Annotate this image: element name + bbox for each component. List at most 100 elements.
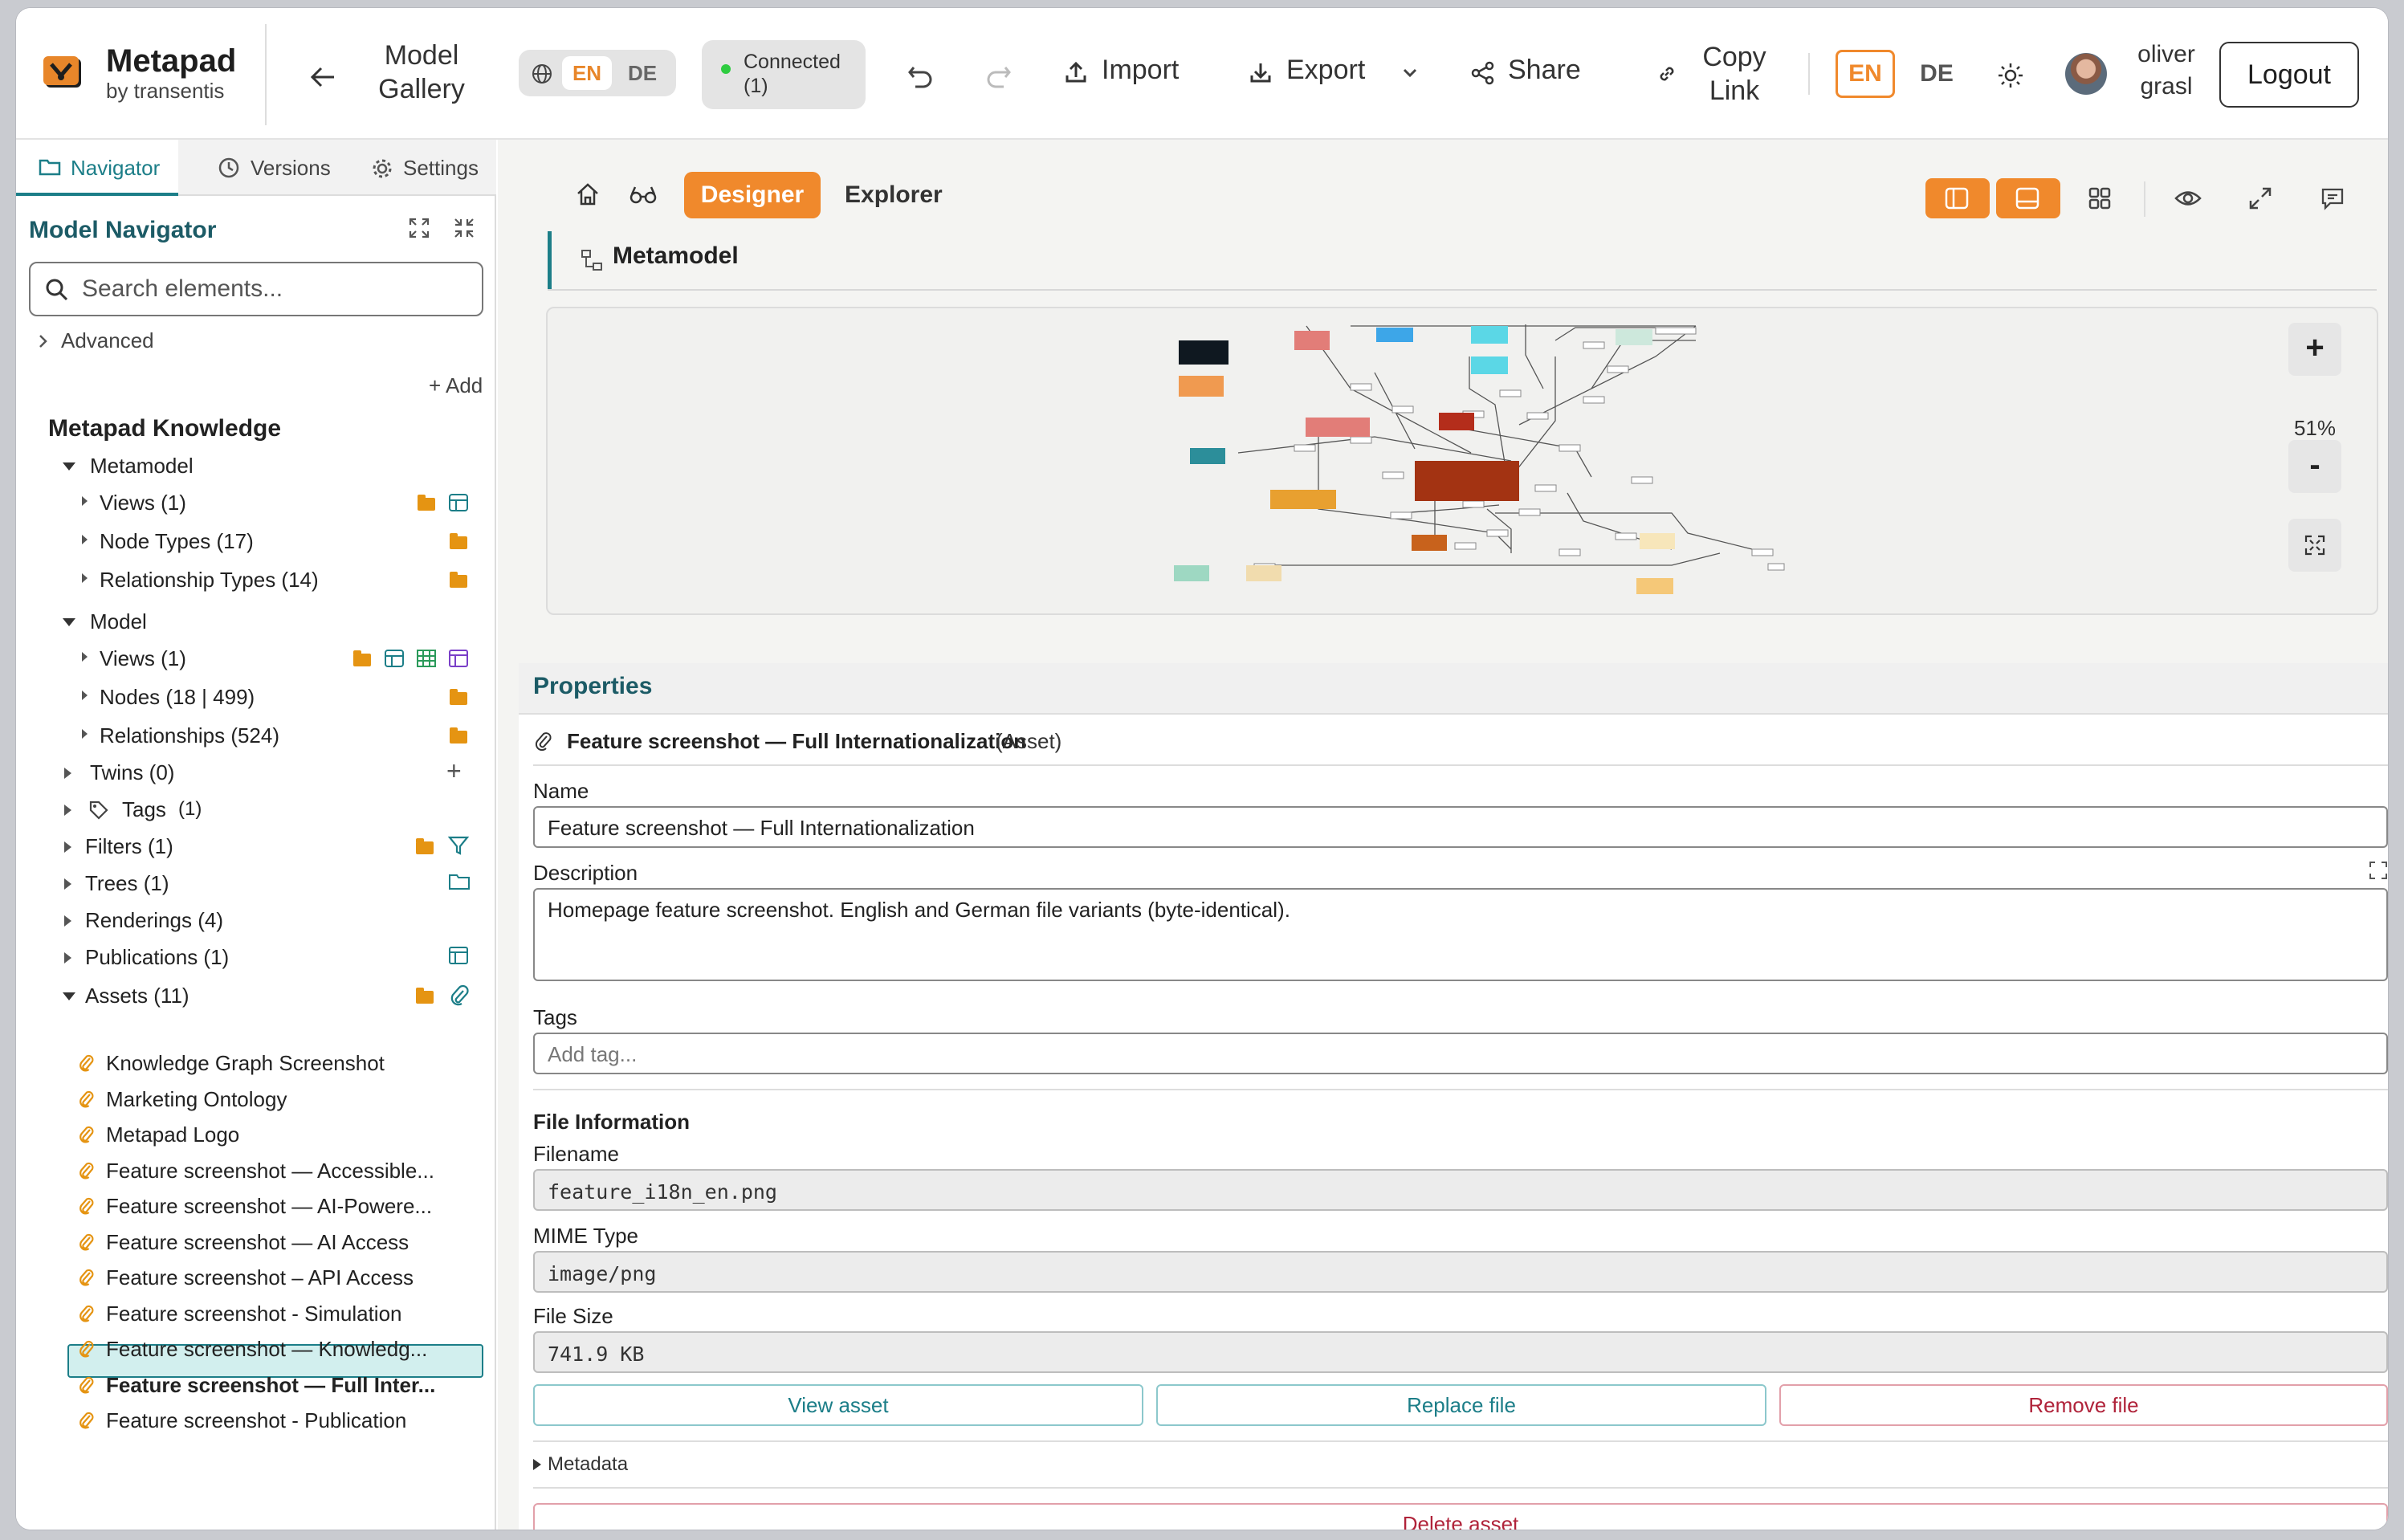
paperclip-icon[interactable] [450,984,469,1007]
caret-right-icon[interactable] [82,535,88,544]
caret-down-icon[interactable] [63,618,75,626]
view-layout-icon[interactable] [384,649,405,668]
tree-mm-relationship-types[interactable]: Relationship Types (14) [100,565,319,594]
remove-file-button[interactable]: Remove file [1779,1384,2388,1426]
tree-twins[interactable]: Twins (0) [90,758,174,787]
board-icon[interactable] [448,649,469,668]
tree-assets[interactable]: Assets (11) [85,981,189,1010]
caret-right-icon[interactable] [64,768,71,779]
sun-icon[interactable] [1996,61,2025,90]
lang-de-option[interactable]: DE [618,56,666,90]
asset-list-item[interactable]: Feature screenshot – API Access [106,1263,414,1292]
folder-icon[interactable] [450,689,467,705]
folder-icon[interactable] [416,838,434,854]
folder-icon[interactable] [450,727,467,744]
caret-right-icon[interactable] [64,952,71,964]
caret-right-icon[interactable] [82,729,88,739]
folder-icon[interactable] [418,495,435,511]
asset-list-item[interactable]: Feature screenshot — Accessible... [106,1156,434,1185]
caret-right-icon[interactable] [64,805,71,816]
grid-icon[interactable] [2088,186,2112,210]
user-name[interactable]: oliver grasl [2118,39,2215,103]
tab-navigator[interactable]: Navigator [16,140,178,196]
view-layout-icon[interactable] [448,493,469,512]
folder-icon[interactable] [353,650,371,666]
expand-all-icon[interactable] [408,217,430,239]
caret-right-icon[interactable] [82,573,88,583]
search-input[interactable]: Search elements... [29,262,483,316]
add-twin-icon[interactable]: + [446,756,462,785]
tree-m-relationships[interactable]: Relationships (524) [100,721,279,750]
folder-icon[interactable] [416,988,434,1004]
filter-icon[interactable] [448,835,469,856]
name-field[interactable]: Feature screenshot — Full Internationali… [533,806,2388,848]
export-button[interactable]: Export [1249,51,1426,92]
asset-list-item[interactable]: Feature screenshot - Simulation [106,1299,402,1328]
tree-m-nodes[interactable]: Nodes (18 | 499) [100,682,255,711]
expand-icon[interactable] [2369,861,2388,880]
comment-icon[interactable] [2320,186,2345,210]
add-button[interactable]: + Add [429,371,483,400]
caret-down-icon[interactable] [63,462,75,471]
metadata-toggle[interactable]: Metadata [533,1453,628,1476]
glasses-icon[interactable] [630,185,657,204]
left-panel-toggle[interactable] [1925,178,1990,218]
asset-list-item[interactable]: Feature screenshot — Knowledg... [106,1334,427,1363]
description-field[interactable]: Homepage feature screenshot. English and… [533,888,2388,981]
table-icon[interactable] [416,649,437,668]
tree-mm-node-types[interactable]: Node Types (17) [100,527,254,556]
asset-list-item[interactable]: Feature screenshot — AI Access [106,1228,409,1257]
model-canvas[interactable] [546,307,2378,615]
tab-versions[interactable]: Versions [201,140,337,196]
collapse-all-icon[interactable] [453,217,475,239]
folder-outline-icon[interactable] [448,872,471,891]
tree-tags[interactable]: Tags [122,795,166,824]
lang-en-button[interactable]: EN [1836,50,1895,98]
publication-icon[interactable] [448,946,469,965]
caret-right-icon[interactable] [82,652,88,662]
zoom-in-button[interactable]: + [2288,323,2341,376]
tab-settings[interactable]: Settings [357,140,496,196]
tree-renderings[interactable]: Renderings (4) [85,906,223,935]
asset-list-item[interactable]: Knowledge Graph Screenshot [106,1049,385,1078]
tags-input[interactable]: Add tag... [533,1033,2388,1074]
tree-m-views[interactable]: Views (1) [100,644,186,673]
bottom-panel-toggle[interactable] [1996,178,2060,218]
model-gallery-link[interactable]: Model Gallery [361,39,482,106]
tree-trees[interactable]: Trees (1) [85,869,169,898]
eye-icon[interactable] [2174,188,2202,209]
asset-list-item[interactable]: Marketing Ontology [106,1085,287,1114]
avatar[interactable] [2065,53,2107,95]
language-switch-left[interactable]: EN DE [519,50,676,96]
copy-link-button[interactable]: Copy Link [1654,37,1774,111]
view-asset-button[interactable]: View asset [533,1384,1143,1426]
fit-view-button[interactable] [2288,519,2341,572]
caret-right-icon[interactable] [64,841,71,853]
caret-down-icon[interactable] [63,992,75,1000]
undo-icon[interactable] [907,64,935,90]
share-button[interactable]: Share [1471,51,1624,92]
back-arrow-icon[interactable] [310,66,336,88]
metamodel-diagram[interactable] [548,308,2378,615]
folder-icon[interactable] [450,533,467,549]
tree-filters[interactable]: Filters (1) [85,832,173,861]
diagram-nodes[interactable] [1174,326,1675,594]
logout-button[interactable]: Logout [2219,42,2359,108]
tree-model[interactable]: Model [90,607,147,636]
asset-list-item[interactable]: Feature screenshot — AI-Powere... [106,1192,432,1220]
caret-right-icon[interactable] [64,878,71,890]
caret-right-icon[interactable] [82,496,88,506]
delete-asset-button[interactable]: Delete asset [533,1503,2388,1530]
caret-right-icon[interactable] [64,915,71,927]
replace-file-button[interactable]: Replace file [1156,1384,1766,1426]
import-button[interactable]: Import [1065,51,1209,92]
tree-publications[interactable]: Publications (1) [85,943,229,972]
caret-right-icon[interactable] [82,691,88,700]
tab-metamodel[interactable]: Metamodel [548,231,785,289]
home-icon[interactable] [575,181,601,207]
fullscreen-icon[interactable] [2248,186,2272,210]
asset-list-item[interactable]: Metapad Logo [106,1120,239,1149]
asset-list-item[interactable]: Feature screenshot - Publication [106,1406,406,1435]
tree-metamodel[interactable]: Metamodel [90,451,194,480]
lang-en-option[interactable]: EN [562,56,612,90]
